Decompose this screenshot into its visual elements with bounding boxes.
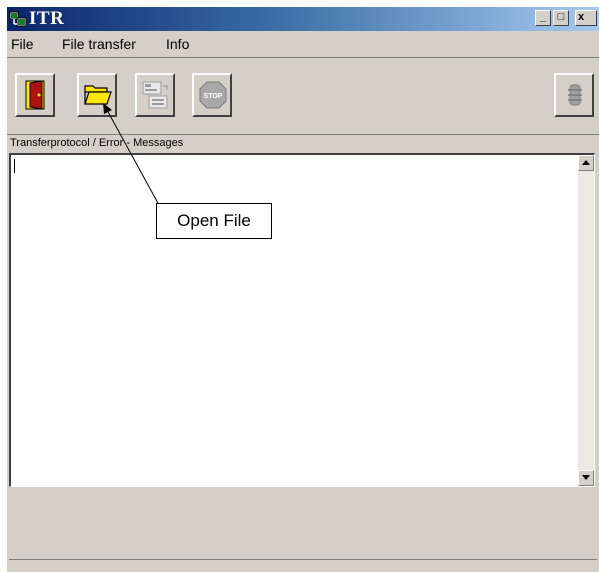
maximize-button[interactable]: □ bbox=[553, 10, 569, 26]
menu-file[interactable]: File bbox=[11, 36, 34, 52]
menu-file-transfer[interactable]: File transfer bbox=[62, 36, 136, 52]
status-bar bbox=[9, 559, 597, 572]
text-caret bbox=[14, 159, 15, 173]
file-transfer-button[interactable] bbox=[135, 73, 175, 117]
minimize-button[interactable]: _ bbox=[535, 10, 551, 26]
toolbar: STOP bbox=[7, 57, 599, 135]
exit-button[interactable] bbox=[15, 73, 55, 117]
connection-icon bbox=[568, 84, 582, 106]
open-file-callout: Open File bbox=[156, 203, 272, 239]
title-bar[interactable]: ITR _ □ x bbox=[7, 7, 599, 31]
bottom-panel bbox=[7, 489, 599, 561]
door-exit-icon bbox=[25, 80, 45, 110]
menu-info[interactable]: Info bbox=[166, 36, 189, 52]
app-network-icon bbox=[9, 11, 27, 27]
messages-textarea[interactable] bbox=[9, 153, 595, 487]
vertical-scrollbar[interactable] bbox=[578, 155, 594, 486]
stop-button[interactable]: STOP bbox=[192, 73, 232, 117]
close-button[interactable]: x bbox=[575, 10, 597, 26]
arrow-up-icon bbox=[582, 160, 590, 165]
file-transfer-icon bbox=[142, 81, 168, 109]
connection-button[interactable] bbox=[554, 73, 594, 117]
arrow-down-icon bbox=[582, 475, 590, 480]
itr-window: ITR _ □ x File File transfer Info STOP T… bbox=[6, 6, 599, 572]
scroll-up-button[interactable] bbox=[578, 155, 594, 171]
stop-sign-icon: STOP bbox=[199, 81, 227, 109]
open-file-button[interactable] bbox=[77, 73, 117, 117]
window-title: ITR bbox=[29, 8, 65, 29]
menu-bar: File File transfer Info bbox=[7, 33, 599, 55]
stop-sign-text: STOP bbox=[204, 93, 223, 100]
scroll-down-button[interactable] bbox=[578, 470, 594, 486]
messages-label: Transferprotocol / Error - Messages bbox=[10, 137, 184, 149]
folder-open-icon bbox=[84, 85, 112, 105]
